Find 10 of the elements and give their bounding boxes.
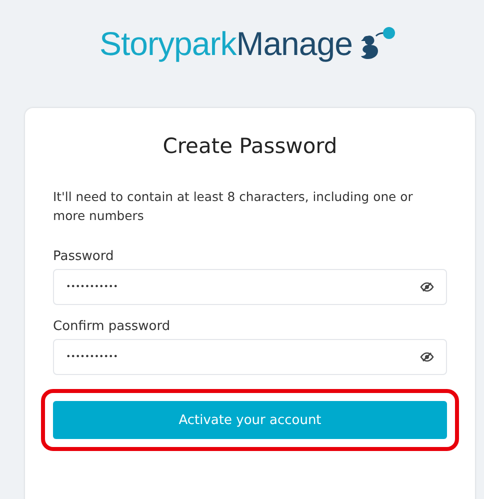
page-title: Create Password [162,134,338,158]
field-label: Password [53,249,115,264]
field-label: Confirm password [53,319,172,334]
eye-slash-icon[interactable] [420,282,434,292]
eye-slash-icon[interactable] [420,352,434,362]
product-name: Manage [236,25,352,63]
password-hint: It'll need to contain at least 8 characters, including one or more numbers [53,188,414,225]
brand-name: Storypark [100,25,236,63]
password-field[interactable]: ••••••••••• [53,269,447,305]
password-field[interactable]: ••••••••••• [53,339,447,375]
